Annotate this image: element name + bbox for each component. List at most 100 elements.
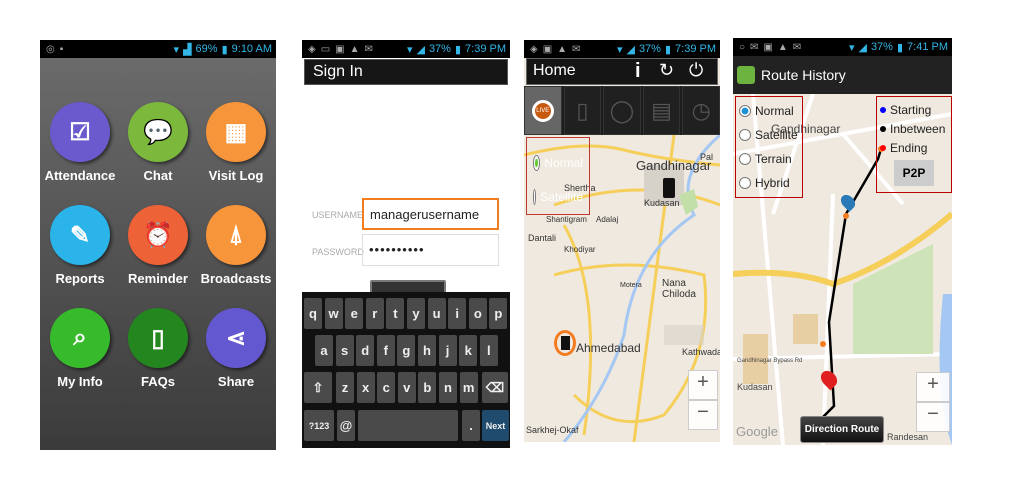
clock: 7:39 PM [465,43,506,55]
map-type-normal[interactable]: Normal [739,99,799,123]
legend-label: Starting [890,102,932,117]
notification-icons: ○✉▣▲✉ [739,41,807,53]
key-z[interactable]: z [336,372,354,403]
map-place-label: Dantali [528,233,557,243]
wifi-icon: ▾ [616,43,623,56]
key-u[interactable]: u [427,298,446,329]
antenna-tower-icon: ⍋ [206,205,266,265]
tab-live[interactable]: LIVE [524,86,562,135]
tab-history[interactable]: ◷ [682,86,720,135]
key-b[interactable]: b [418,372,437,403]
signal-icon: ◢ [858,41,867,54]
next-key[interactable]: Next [482,410,509,441]
device-marker-icon[interactable] [663,178,675,198]
page-title: Home [533,62,576,79]
map-place-label: Ahmedabad [576,341,641,355]
tab-devices[interactable]: ▯ [563,86,602,135]
home-map-screen: ◈▣▲✉ ▾ ◢ 37% ▮ 7:39 PM Home i ↻ ⏻ LIVE ▯… [524,40,720,442]
at-key[interactable]: @ [337,410,355,441]
backspace-key[interactable]: ⌫ [482,372,508,403]
tile-reminder[interactable]: ⏰ Reminder [119,205,197,286]
key-q[interactable]: q [304,298,322,329]
key-l[interactable]: l [479,335,498,366]
key-y[interactable]: y [407,298,425,329]
tile-visit-log[interactable]: ▦ Visit Log [197,102,275,183]
period-key[interactable]: . [462,410,480,441]
shift-key[interactable]: ⇧ [304,372,332,403]
p2p-button[interactable]: P2P [894,160,934,186]
live-location-marker[interactable] [554,330,576,356]
tile-label: My Info [57,374,103,389]
map-type-satellite[interactable]: Satellite [533,180,583,214]
key-w[interactable]: w [324,298,343,329]
key-v[interactable]: v [397,372,416,403]
key-r[interactable]: r [365,298,384,329]
battery-level: 37% [428,43,451,55]
map-place-label: Kudasan [737,382,773,392]
status-bar: ◈▭▣▲✉ ▾ ◢ 37% ▮ 7:39 PM [302,40,510,58]
route-legend: Starting Inbetween Ending P2P [876,96,952,193]
tile-attendance[interactable]: ☑ Attendance [41,102,119,183]
key-s[interactable]: s [335,335,354,366]
route-history-screen: ○✉▣▲✉ ▾ ◢ 37% ▮ 7:41 PM Route History Ga… [733,38,952,445]
key-a[interactable]: a [315,335,333,366]
key-g[interactable]: g [397,335,416,366]
tab-reports[interactable]: ▤ [642,86,681,135]
app-logo-icon [737,66,755,84]
key-p[interactable]: p [489,298,508,329]
key-o[interactable]: o [468,298,487,329]
google-logo: Google [736,424,778,439]
home-grid-screen: ◎▪ ▾ ▟ 69% ▮ 9:10 AM ☑ Attendance 💬 Chat ▦ Vi… [40,40,276,450]
key-m[interactable]: m [459,372,478,403]
map-place-label: Nana Chiloda [662,278,696,300]
key-i[interactable]: i [448,298,467,329]
battery-icon: ▮ [454,43,462,56]
key-e[interactable]: e [345,298,364,329]
symbols-key[interactable]: ?123 [304,410,334,441]
tile-faqs[interactable]: ▯ FAQs [119,308,197,389]
refresh-icon[interactable]: ↻ [659,60,674,81]
username-input[interactable]: managerusername [362,198,499,230]
tile-label: Reports [55,271,105,286]
status-bar: ○✉▣▲✉ ▾ ◢ 37% ▮ 7:41 PM [733,38,952,56]
clock: 9:10 AM [231,43,272,55]
space-key[interactable] [358,410,458,441]
key-f[interactable]: f [376,335,395,366]
key-h[interactable]: h [418,335,436,366]
key-n[interactable]: n [439,372,457,403]
key-c[interactable]: c [377,372,396,403]
tile-share[interactable]: ⋖ Share [197,308,275,389]
key-t[interactable]: t [386,298,405,329]
tile-my-info[interactable]: ⌕ My Info [41,308,119,389]
power-icon[interactable]: ⏻ [689,60,703,81]
zoom-out-button[interactable]: − [916,402,950,432]
zoom-in-button[interactable]: + [916,372,950,402]
zoom-out-button[interactable]: − [688,400,718,430]
map-type-satellite[interactable]: Satellite [739,123,799,147]
user-check-icon: ☑ [50,102,110,162]
device-marker-icon [560,336,570,350]
info-icon[interactable]: i [635,60,641,83]
map-place-label: Sarkhej-Okaf [526,425,579,435]
radio-unchecked [739,129,751,141]
radio-checked [533,155,541,171]
direction-route-button[interactable]: Direction Route [800,416,884,443]
key-d[interactable]: d [356,335,375,366]
legend-dot-icon [880,106,886,113]
zoom-in-button[interactable]: + [688,370,718,400]
map-type-terrain[interactable]: Terrain [739,147,799,171]
tile-reports[interactable]: ✎ Reports [41,205,119,286]
tile-chat[interactable]: 💬 Chat [119,102,197,183]
key-j[interactable]: j [438,335,457,366]
password-label: PASSWORD [312,247,364,257]
map-type-normal[interactable]: Normal [533,146,583,180]
tab-chat[interactable]: ◯ [603,86,641,135]
password-input[interactable]: •••••••••• [362,234,499,266]
map-type-hybrid[interactable]: Hybrid [739,171,799,195]
status-bar: ◈▣▲✉ ▾ ◢ 37% ▮ 7:39 PM [524,40,720,58]
legend-dot-icon [880,144,886,151]
key-x[interactable]: x [356,372,375,403]
key-k[interactable]: k [459,335,478,366]
tile-broadcasts[interactable]: ⍋ Broadcasts [197,205,275,286]
map-place-label: Kudasan [644,198,680,208]
